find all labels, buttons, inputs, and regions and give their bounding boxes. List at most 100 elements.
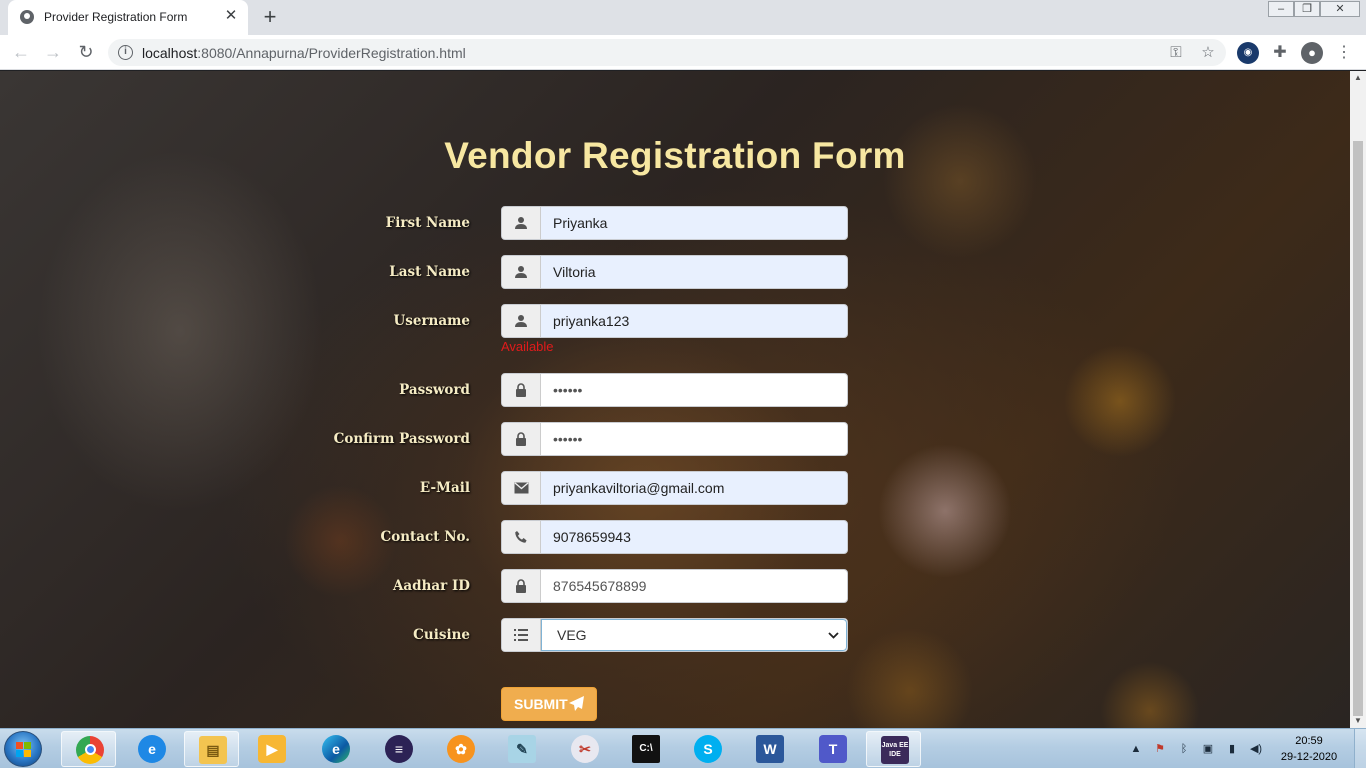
aadhar-field[interactable]: 876545678899 xyxy=(501,569,848,603)
cuisine-select[interactable]: VEG xyxy=(501,618,848,652)
first-name-field[interactable]: Priyanka xyxy=(501,206,848,240)
site-info-icon[interactable]: i xyxy=(118,45,133,60)
restore-button[interactable]: ❐ xyxy=(1294,1,1320,17)
tab-title: Provider Registration Form xyxy=(44,10,188,24)
clock-time: 20:59 xyxy=(1295,735,1323,747)
back-icon[interactable]: ← xyxy=(10,41,32,63)
internet-explorer-taskbar-button[interactable]: e xyxy=(124,731,179,767)
network-error-icon[interactable]: ⚑ xyxy=(1152,741,1168,757)
username-field[interactable]: priyanka123 xyxy=(501,304,848,338)
device-icon[interactable]: ▣ xyxy=(1200,741,1216,757)
cuisine-dropdown-box[interactable] xyxy=(541,619,847,651)
media-player-icon: ▶ xyxy=(258,735,286,763)
username-value: priyanka123 xyxy=(553,313,630,329)
email-field[interactable]: priyankaviltoria@gmail.com xyxy=(501,471,848,505)
edge-icon: e xyxy=(322,735,350,763)
bluetooth-icon[interactable]: ᛒ xyxy=(1176,741,1192,757)
key-icon[interactable]: ⚿ xyxy=(1166,43,1186,63)
scroll-down-icon[interactable]: ▼ xyxy=(1350,714,1366,728)
first-name-label: First Name xyxy=(385,215,470,231)
confirm-password-label: Confirm Password xyxy=(333,431,470,447)
password-field[interactable]: •••••• xyxy=(501,373,848,407)
password-value: •••••• xyxy=(553,382,583,398)
reload-icon[interactable]: ↻ xyxy=(75,41,97,63)
eclipse-icon: ≡ xyxy=(385,735,413,763)
file-explorer-taskbar-button[interactable]: ▤ xyxy=(184,731,239,767)
close-tab-icon[interactable]: ✕ xyxy=(222,7,240,25)
chrome-icon xyxy=(76,736,104,764)
last-name-value: Viltoria xyxy=(553,264,596,280)
scrollbar-thumb[interactable] xyxy=(1353,141,1363,716)
browser-tab-strip: Provider Registration Form ✕ + – ❐ ✕ xyxy=(0,0,1366,35)
word-icon: W xyxy=(756,735,784,763)
email-value: priyankaviltoria@gmail.com xyxy=(553,480,725,496)
page-title: Vendor Registration Form xyxy=(444,135,906,176)
menu-icon[interactable]: ⋮ xyxy=(1333,42,1355,64)
start-button[interactable] xyxy=(4,731,42,767)
last-name-label: Last Name xyxy=(389,264,470,280)
chevron-down-icon[interactable] xyxy=(825,619,841,651)
username-label: Username xyxy=(393,313,470,329)
teams-icon: T xyxy=(819,735,847,763)
snipping-tool-taskbar-button[interactable]: ✂ xyxy=(557,731,612,767)
page-viewport: Vendor Registration Form First Name Priy… xyxy=(0,71,1350,728)
contact-field[interactable]: 9078659943 xyxy=(501,520,848,554)
user-icon xyxy=(502,256,541,288)
new-tab-button[interactable]: + xyxy=(258,5,282,29)
address-bar[interactable]: i localhost:8080/Annapurna/ProviderRegis… xyxy=(108,39,1226,66)
eclipse-taskbar-button[interactable]: ≡ xyxy=(371,731,426,767)
contact-value: 9078659943 xyxy=(553,529,631,545)
folder-icon: ▤ xyxy=(199,736,227,764)
phone-icon xyxy=(502,521,541,553)
contact-label: Contact No. xyxy=(380,529,470,545)
flower-icon: ✿ xyxy=(447,735,475,763)
word-taskbar-button[interactable]: W xyxy=(742,731,797,767)
system-clock[interactable]: 20:59 29-12-2020 xyxy=(1276,733,1342,765)
user-icon xyxy=(502,207,541,239)
minimize-button[interactable]: – xyxy=(1268,1,1294,17)
clock-date: 29-12-2020 xyxy=(1280,751,1338,763)
terminal-icon: C:\ xyxy=(632,735,660,763)
url-text[interactable]: localhost:8080/Annapurna/ProviderRegistr… xyxy=(142,45,466,61)
chrome-taskbar-button[interactable] xyxy=(61,731,116,767)
close-window-button[interactable]: ✕ xyxy=(1320,1,1360,17)
show-hidden-icons[interactable]: ▲ xyxy=(1128,741,1144,757)
command-prompt-taskbar-button[interactable]: C:\ xyxy=(618,731,673,767)
cuisine-label: Cuisine xyxy=(413,627,470,643)
email-label: E-Mail xyxy=(419,480,470,496)
globe-icon xyxy=(20,10,34,24)
app-flower-taskbar-button[interactable]: ✿ xyxy=(433,731,488,767)
notepad-icon: ✎ xyxy=(508,735,536,763)
profile-icon[interactable]: ● xyxy=(1301,42,1323,64)
password-label: Password xyxy=(399,382,470,398)
skype-taskbar-button[interactable]: S xyxy=(680,731,735,767)
notepad-taskbar-button[interactable]: ✎ xyxy=(494,731,549,767)
puzzle-icon[interactable]: ✚ xyxy=(1269,42,1291,64)
volume-icon[interactable]: ◀) xyxy=(1248,741,1264,757)
java-ee-ide-taskbar-button[interactable]: Java EE IDE xyxy=(866,731,921,767)
last-name-field[interactable]: Viltoria xyxy=(501,255,848,289)
star-icon[interactable]: ☆ xyxy=(1198,43,1218,63)
windows-taskbar: e ▤ ▶ e ≡ ✿ ✎ ✂ C:\ S W T Java EE IDE ▲ … xyxy=(0,728,1366,768)
teams-taskbar-button[interactable]: T xyxy=(805,731,860,767)
media-player-taskbar-button[interactable]: ▶ xyxy=(244,731,299,767)
confirm-password-field[interactable]: •••••• xyxy=(501,422,848,456)
submit-button[interactable]: SUBMIT xyxy=(501,687,597,721)
skype-icon: S xyxy=(694,735,722,763)
internet-explorer-icon: e xyxy=(138,735,166,763)
envelope-icon xyxy=(502,472,541,504)
windows-logo-icon xyxy=(16,742,32,758)
forward-icon[interactable]: → xyxy=(42,41,64,63)
scroll-up-icon[interactable]: ▲ xyxy=(1350,71,1366,85)
submit-label: SUBMIT xyxy=(514,696,568,712)
signal-icon[interactable]: ▮ xyxy=(1224,741,1240,757)
edge-taskbar-button[interactable]: e xyxy=(308,731,363,767)
lock-icon xyxy=(502,374,541,406)
browser-tab[interactable]: Provider Registration Form ✕ xyxy=(8,0,248,35)
show-desktop-button[interactable] xyxy=(1354,729,1366,768)
extension-icon[interactable]: ◉ xyxy=(1237,42,1259,64)
aadhar-value: 876545678899 xyxy=(553,578,647,594)
username-availability: Available xyxy=(501,339,554,354)
page-scrollbar[interactable]: ▲ ▼ xyxy=(1350,71,1366,728)
confirm-password-value: •••••• xyxy=(553,431,583,447)
